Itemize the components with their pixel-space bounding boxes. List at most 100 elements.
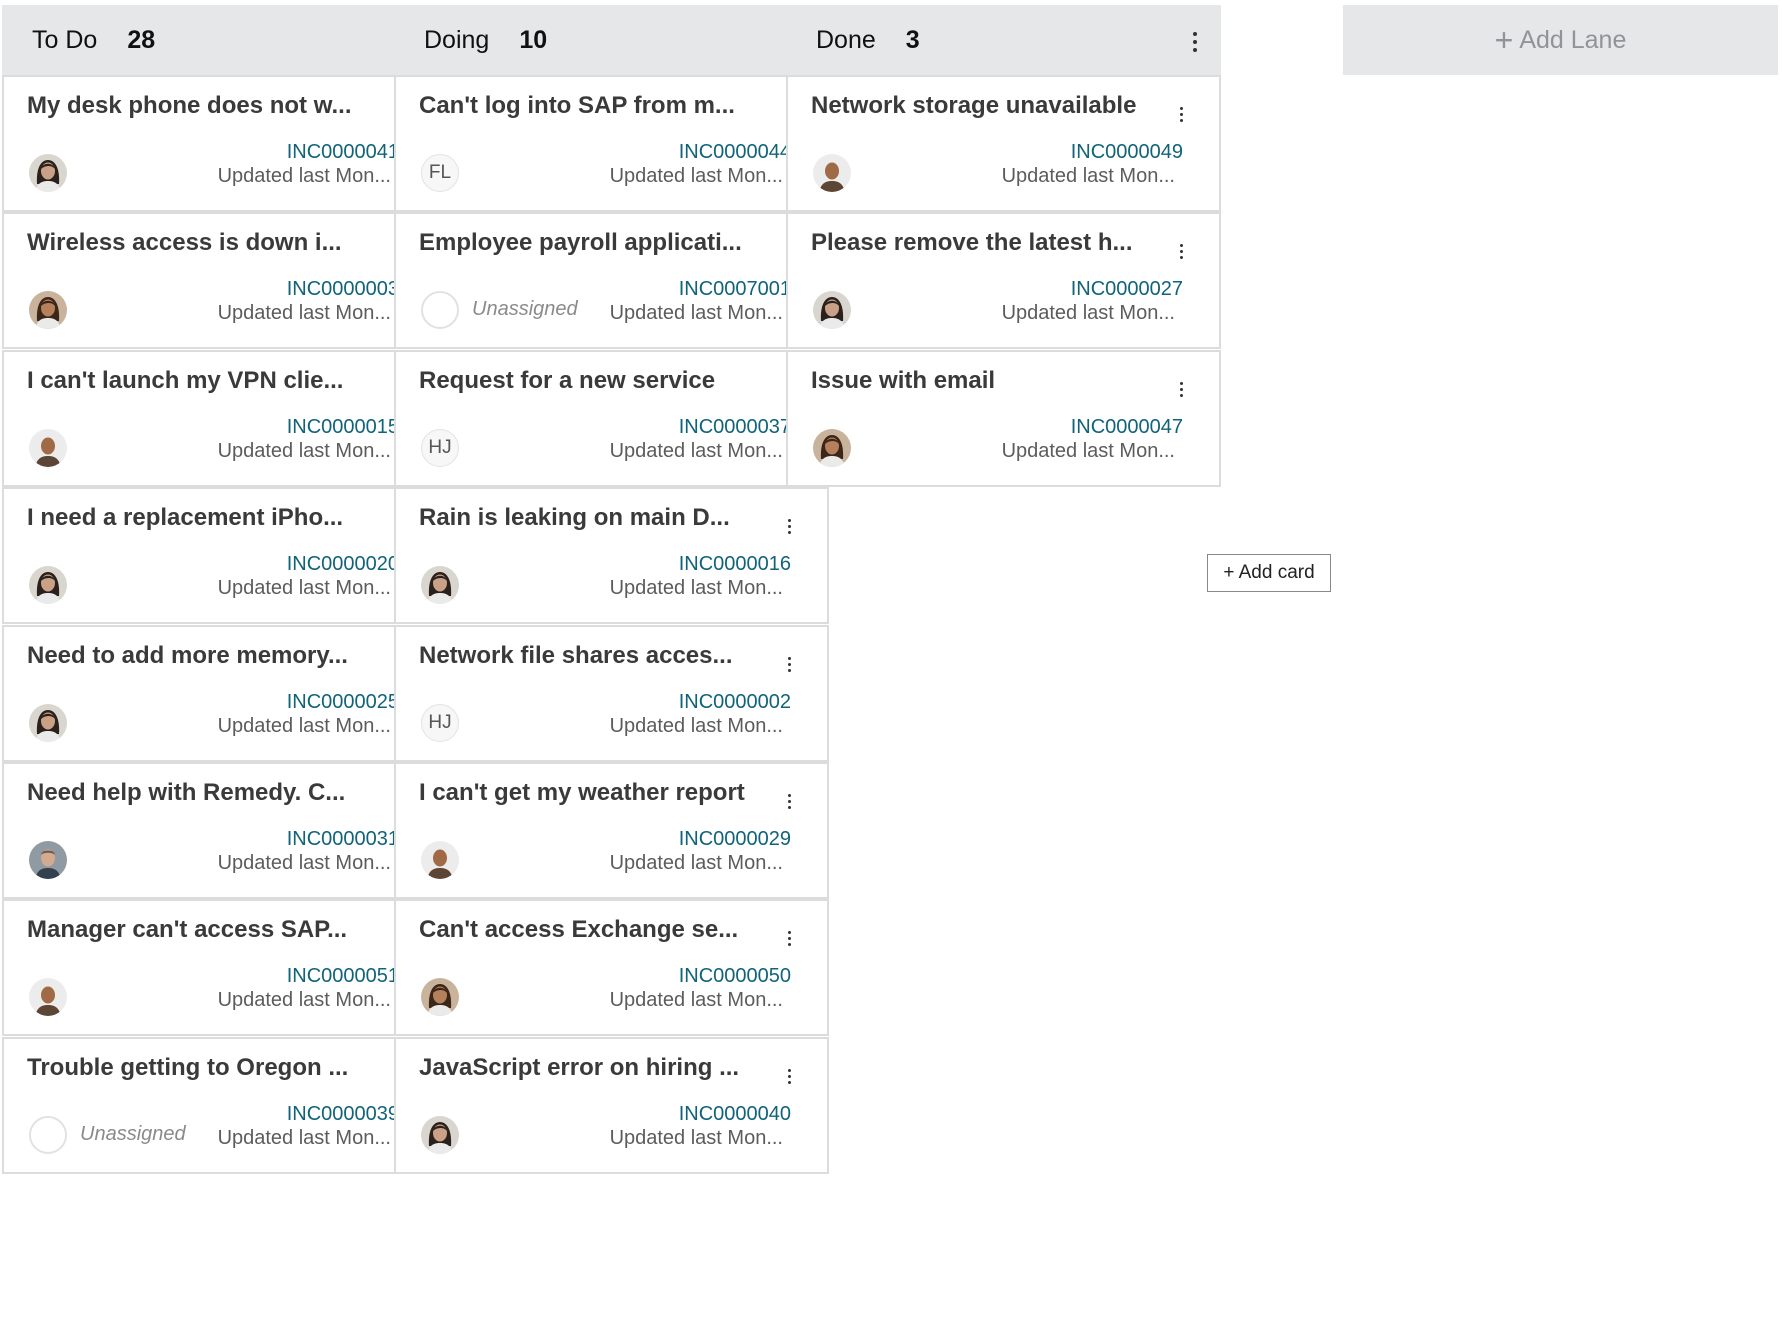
card-title[interactable]: Manager can't access SAP... [27,916,372,944]
card-updated: Updated last Mon... [609,577,783,599]
card-title[interactable]: Wireless access is down i... [27,229,372,257]
kanban-card[interactable]: Manager can't access SAP... INC0000051 Upd… [2,899,437,1036]
avatar-empty [421,291,459,329]
lane-header-to-do: To Do 28 [2,5,437,75]
kanban-card[interactable]: Trouble getting to Oregon ... INC0000039 U… [2,1037,437,1174]
avatar-empty [29,1116,67,1154]
unassigned-label: Unassigned [80,1123,186,1145]
avatar [29,704,67,742]
card-title[interactable]: Can't access Exchange se... [419,916,764,944]
card-number-link[interactable]: INC0000037 [679,416,791,439]
add-card-button[interactable]: + Add card [1207,554,1331,592]
kanban-card[interactable]: I need a replacement iPho... INC0000020 Up… [2,487,437,624]
avatar [29,978,67,1016]
vertical-dots-icon[interactable] [788,794,791,809]
card-updated: Updated last Mon... [217,165,391,187]
card-number-link[interactable]: INC0000040 [679,1103,791,1126]
card-number-link[interactable]: INC0000002 [679,691,791,714]
avatar [813,291,851,329]
kanban-card[interactable]: I can't get my weather report INC0000029 U… [394,762,829,899]
card-title[interactable]: JavaScript error on hiring ... [419,1054,764,1082]
vertical-dots-icon[interactable] [1180,244,1183,259]
card-title[interactable]: My desk phone does not w... [27,92,372,120]
card-number-link[interactable]: INC0000039 [287,1103,399,1126]
card-title[interactable]: Need to add more memory... [27,642,372,670]
kanban-board: + Add Lane To Do 28 My desk phone does not… [0,0,1782,1317]
card-number-link[interactable]: INC0000047 [1071,416,1183,439]
kanban-card[interactable]: Network file shares acces... INC0000002 Up… [394,625,829,762]
card-title[interactable]: Issue with email [811,367,1156,395]
vertical-dots-icon[interactable] [788,1069,791,1084]
card-updated: Updated last Mon... [609,165,783,187]
card-number-link[interactable]: INC0000003 [287,278,399,301]
card-updated: Updated last Mon... [217,989,391,1011]
kanban-card[interactable]: Employee payroll applicati... INC0007001 U… [394,212,829,349]
card-title[interactable]: Need help with Remedy. C... [27,779,372,807]
card-number-link[interactable]: INC0000029 [679,828,791,851]
card-number-link[interactable]: INC0000051 [287,965,399,988]
card-title[interactable]: Network file shares acces... [419,642,764,670]
card-title[interactable]: I can't get my weather report [419,779,764,807]
avatar [29,566,67,604]
kanban-card[interactable]: My desk phone does not w... INC0000041 Upd… [2,75,437,212]
lane-count: 3 [905,25,920,54]
plus-icon: + [1494,22,1514,58]
vertical-dots-icon[interactable] [788,931,791,946]
card-number-link[interactable]: INC0000041 [287,141,399,164]
kanban-card[interactable]: Can't access Exchange se... INC0000050 Upd… [394,899,829,1036]
card-number-link[interactable]: INC0000044 [679,141,791,164]
card-title[interactable]: Network storage unavailable [811,92,1156,120]
kanban-card[interactable]: Wireless access is down i... INC0000003 Up… [2,212,437,349]
avatar [29,291,67,329]
vertical-dots-icon[interactable] [788,657,791,672]
card-number-link[interactable]: INC0000016 [679,553,791,576]
card-number-link[interactable]: INC0000050 [679,965,791,988]
card-title[interactable]: Rain is leaking on main D... [419,504,764,532]
add-lane-label: Add Lane [1519,25,1627,54]
kanban-card[interactable]: Can't log into SAP from m... INC0000044 Up… [394,75,829,212]
vertical-dots-icon[interactable] [788,519,791,534]
card-updated: Updated last Mon... [217,715,391,737]
lane-title: To Do [32,25,98,54]
card-number-link[interactable]: INC0000027 [1071,278,1183,301]
vertical-dots-icon[interactable] [1193,32,1197,52]
card-updated: Updated last Mon... [217,440,391,462]
kanban-card[interactable]: Need to add more memory... INC0000025 Upda… [2,625,437,762]
card-updated: Updated last Mon... [1001,302,1175,324]
card-updated: Updated last Mon... [217,852,391,874]
card-title[interactable]: Request for a new service [419,367,764,395]
card-updated: Updated last Mon... [609,989,783,1011]
card-number-link[interactable]: INC0000031 [287,828,399,851]
add-lane-button[interactable]: + Add Lane [1343,5,1778,75]
card-updated: Updated last Mon... [609,1127,783,1149]
kanban-card[interactable]: Need help with Remedy. C... INC0000031 Upd… [2,762,437,899]
card-number-link[interactable]: INC0000020 [287,553,399,576]
card-title[interactable]: Please remove the latest h... [811,229,1156,257]
card-number-link[interactable]: INC0000049 [1071,141,1183,164]
card-title[interactable]: Employee payroll applicati... [419,229,764,257]
kanban-card[interactable]: Network storage unavailable INC0000049 Upd… [786,75,1221,212]
card-updated: Updated last Mon... [609,440,783,462]
avatar-initials: FL [421,154,459,192]
vertical-dots-icon[interactable] [1180,107,1183,122]
card-number-link[interactable]: INC0007001 [679,278,791,301]
kanban-card[interactable]: Rain is leaking on main D... INC0000016 Up… [394,487,829,624]
kanban-card[interactable]: Issue with email INC0000047 Updated last M… [786,350,1221,487]
kanban-card[interactable]: Please remove the latest h... INC0000027 U… [786,212,1221,349]
card-updated: Updated last Mon... [217,1127,391,1149]
card-number-link[interactable]: INC0000015 [287,416,399,439]
card-title[interactable]: Can't log into SAP from m... [419,92,764,120]
avatar [421,566,459,604]
kanban-card[interactable]: JavaScript error on hiring ... INC0000040… [394,1037,829,1174]
kanban-card[interactable]: I can't launch my VPN clie... INC0000015 U… [2,350,437,487]
card-title[interactable]: I need a replacement iPho... [27,504,372,532]
kanban-card[interactable]: Request for a new service INC0000037 Updat… [394,350,829,487]
avatar-initials: HJ [421,704,459,742]
unassigned-label: Unassigned [472,298,578,320]
card-updated: Updated last Mon... [217,302,391,324]
card-title[interactable]: I can't launch my VPN clie... [27,367,372,395]
card-title[interactable]: Trouble getting to Oregon ... [27,1054,372,1082]
vertical-dots-icon[interactable] [1180,382,1183,397]
card-number-link[interactable]: INC0000025 [287,691,399,714]
lane-title: Doing [424,25,490,54]
